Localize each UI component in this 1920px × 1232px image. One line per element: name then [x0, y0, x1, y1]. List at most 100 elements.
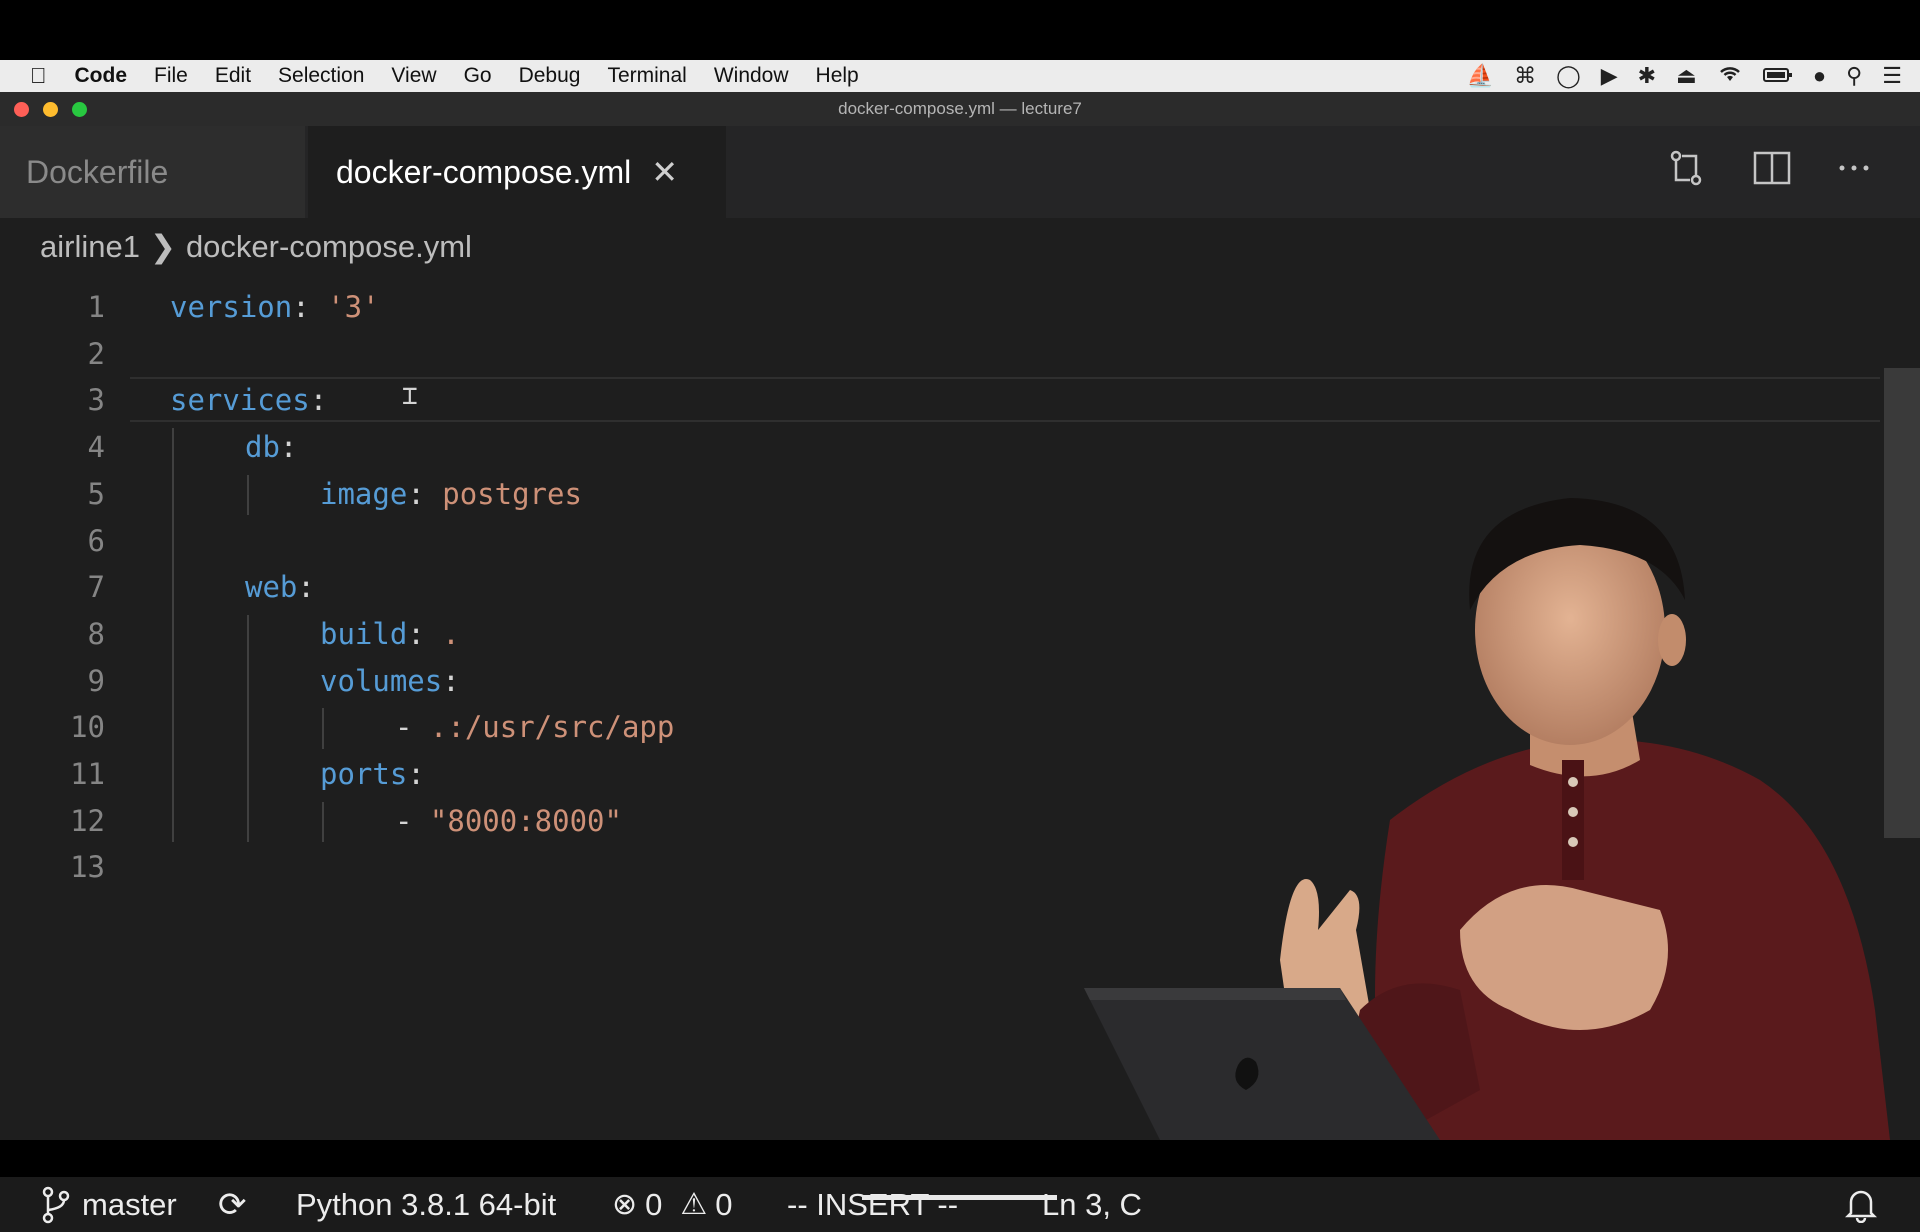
apple-menu-icon[interactable]:  [30, 63, 47, 89]
user-icon[interactable]: ● [1813, 63, 1826, 89]
menu-terminal[interactable]: Terminal [607, 64, 686, 88]
menu-file[interactable]: File [154, 64, 188, 88]
yaml-value: '3' [327, 290, 380, 324]
menu-edit[interactable]: Edit [215, 64, 251, 88]
code-text: version: '3' [170, 290, 380, 324]
command-icon[interactable]: ⌘ [1514, 63, 1536, 89]
notification-center-icon[interactable]: ☰ [1882, 63, 1902, 89]
vim-mode: -- INSERT -- [787, 1186, 959, 1222]
chevron-right-icon: ❯ [149, 229, 176, 264]
yaml-value: "8000:8000" [429, 803, 622, 838]
spotlight-search-icon[interactable]: ⚲ [1846, 63, 1862, 89]
yaml-punctuation: : [297, 570, 315, 605]
line-number: 7 [87, 570, 105, 605]
line-number: 8 [87, 616, 105, 651]
git-branch-icon [42, 1186, 70, 1223]
indent-guide [247, 474, 249, 516]
current-line-highlight [130, 377, 1880, 423]
yaml-value: .:/usr/src/app [429, 710, 675, 745]
menu-go[interactable]: Go [464, 64, 492, 88]
close-tab-icon[interactable]: ✕ [651, 153, 678, 191]
yaml-key: image [320, 476, 408, 511]
warning-count: 0 [715, 1186, 733, 1222]
code-text: db: [245, 430, 297, 464]
minimize-window-button[interactable] [43, 102, 58, 117]
split-editor-icon[interactable] [1750, 146, 1794, 190]
code-text: ports: [320, 757, 425, 791]
tab-dockerfile[interactable]: Dockerfile [0, 126, 305, 218]
yaml-punctuation: : [407, 616, 443, 651]
tab-label: Dockerfile [26, 153, 169, 190]
close-window-button[interactable] [14, 102, 29, 117]
code-text: build: . [320, 617, 460, 651]
wifi-icon[interactable] [1717, 63, 1743, 89]
yaml-punctuation: - [395, 710, 430, 745]
tab-docker-compose[interactable]: docker-compose.yml ✕ [308, 126, 726, 218]
code-line[interactable]: 2 [0, 331, 1880, 377]
yaml-punctuation: : [292, 290, 328, 324]
battery-icon[interactable] [1762, 63, 1793, 89]
breadcrumb: airline1 ❯ docker-compose.yml [40, 222, 472, 272]
yaml-key: volumes [320, 663, 443, 698]
presenter-video-overlay [1084, 498, 1890, 1140]
video-progress-indicator [862, 1195, 1057, 1200]
yaml-key: db [245, 430, 280, 465]
more-actions-icon[interactable] [1832, 146, 1876, 190]
error-icon: ⊗ [612, 1188, 638, 1221]
line-number: 13 [70, 850, 105, 885]
yaml-key: ports [320, 757, 408, 791]
yaml-punctuation: - [395, 803, 430, 838]
zoom-window-button[interactable] [72, 102, 87, 117]
glasses-icon[interactable]: ◯ [1556, 63, 1581, 89]
warning-icon: ⚠ [680, 1188, 708, 1221]
docker-icon[interactable]: ⛵ [1467, 63, 1494, 89]
yaml-value: postgres [442, 476, 582, 511]
code-text: web: [245, 570, 315, 604]
menu-window[interactable]: Window [714, 64, 789, 88]
yaml-punctuation: : [279, 430, 298, 465]
yaml-key: build [320, 616, 408, 651]
notifications-bell-icon[interactable] [1845, 1177, 1877, 1232]
line-number: 11 [70, 757, 105, 791]
code-text: - .:/usr/src/app [395, 710, 674, 744]
sync-icon[interactable]: ⟳ [218, 1177, 247, 1232]
text-cursor-icon: ⌶ [402, 381, 418, 412]
indent-guide [322, 708, 324, 749]
code-line[interactable]: 1 version: '3' [0, 284, 1880, 330]
bluetooth-icon[interactable]: ✱ [1638, 63, 1656, 89]
yaml-key: web [245, 570, 298, 605]
eject-icon[interactable]: ⏏ [1676, 63, 1697, 89]
menu-debug[interactable]: Debug [519, 64, 581, 88]
branch-indicator[interactable]: master [40, 1177, 177, 1232]
menu-code[interactable]: Code [75, 64, 128, 88]
yaml-punctuation: : [407, 757, 425, 791]
play-circle-icon[interactable]: ▶ [1601, 63, 1618, 89]
error-count: 0 [645, 1186, 663, 1222]
menu-selection[interactable]: Selection [278, 64, 364, 88]
yaml-punctuation: : [407, 476, 443, 511]
line-number: 10 [70, 710, 105, 745]
line-number: 2 [87, 336, 105, 371]
breadcrumb-folder[interactable]: airline1 [40, 229, 140, 265]
code-line[interactable]: 4 db: [0, 424, 1880, 470]
breadcrumb-file[interactable]: docker-compose.yml [186, 229, 472, 265]
menu-help[interactable]: Help [816, 64, 859, 88]
line-number: 1 [87, 290, 105, 324]
window-title: docker-compose.yml — lecture7 [838, 99, 1082, 118]
code-text: volumes: [320, 664, 460, 698]
line-number: 9 [87, 663, 105, 698]
problems-indicator[interactable]: ⊗ 0 ⚠ 0 [612, 1177, 733, 1232]
tab-label: docker-compose.yml [336, 153, 632, 190]
code-text: image: postgres [320, 477, 582, 511]
status-bar: master ⟳ Python 3.8.1 64-bit ⊗ 0 ⚠ 0 -- … [0, 1177, 1920, 1232]
python-interpreter[interactable]: Python 3.8.1 64-bit [296, 1177, 556, 1232]
line-number: 4 [87, 430, 105, 465]
yaml-value: . [442, 616, 460, 651]
editor-tab-bar: Dockerfile docker-compose.yml ✕ [0, 126, 1920, 218]
line-number: 3 [87, 383, 105, 418]
cursor-position[interactable]: Ln 3, C [1042, 1177, 1142, 1232]
line-number: 6 [87, 523, 105, 558]
open-changes-icon[interactable] [1664, 146, 1708, 190]
menu-view[interactable]: View [391, 64, 436, 88]
menu-bar-tray: ⛵ ⌘ ◯ ▶ ✱ ⏏ ● ⚲ ☰ [1467, 60, 1902, 92]
